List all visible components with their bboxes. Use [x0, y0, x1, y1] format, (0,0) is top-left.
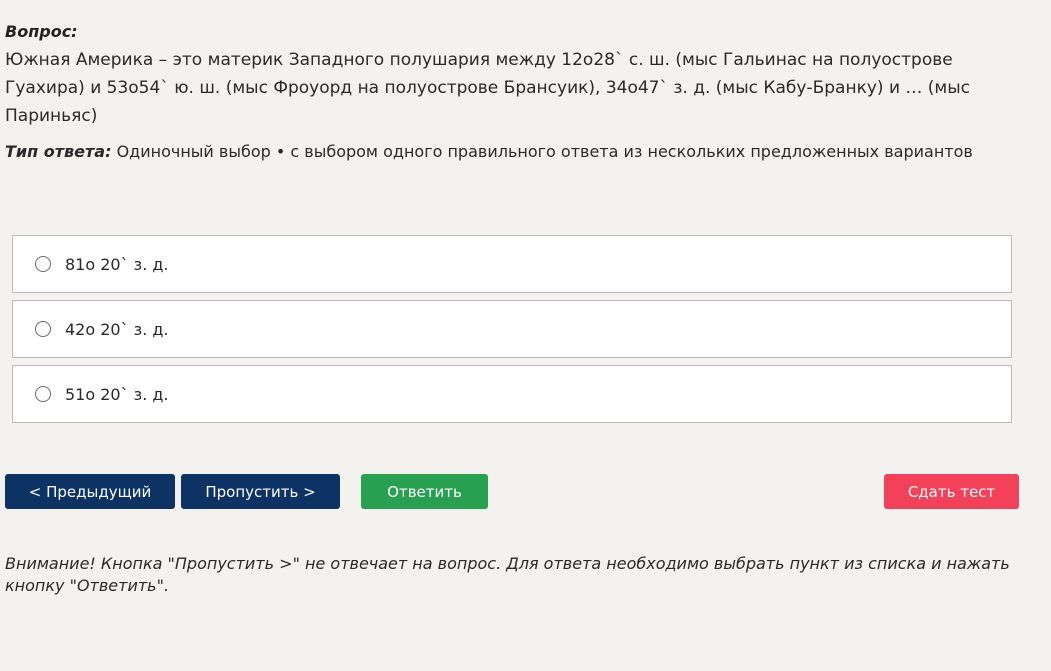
previous-button[interactable]: < Предыдущий — [5, 474, 175, 509]
answer-option-label: 81о 20` з. д. — [65, 254, 169, 274]
answer-option-3[interactable]: 51о 20` з. д. — [12, 365, 1012, 423]
radio-button-icon[interactable] — [35, 256, 51, 272]
question-text: Южная Америка – это материк Западного по… — [5, 50, 971, 126]
answer-button[interactable]: Ответить — [361, 474, 488, 509]
answer-type-value: Одиночный выбор • с выбором одного прави… — [116, 142, 973, 161]
answer-option-label: 51о 20` з. д. — [65, 384, 169, 404]
answer-option-2[interactable]: 42о 20` з. д. — [12, 300, 1012, 358]
finish-test-button[interactable]: Сдать тест — [884, 474, 1019, 509]
answer-type-label: Тип ответа: — [5, 142, 112, 161]
answer-type: Тип ответа: Одиночный выбор • с выбором … — [5, 141, 973, 163]
answer-option-label: 42о 20` з. д. — [65, 319, 169, 339]
skip-button[interactable]: Пропустить > — [181, 474, 340, 509]
question-block: Вопрос: Южная Америка – это материк Запа… — [5, 22, 1025, 130]
radio-button-icon[interactable] — [35, 386, 51, 402]
radio-button-icon[interactable] — [35, 321, 51, 337]
answer-option-1[interactable]: 81о 20` з. д. — [12, 235, 1012, 293]
answer-options: 81о 20` з. д. 42о 20` з. д. 51о 20` з. д… — [12, 235, 1012, 430]
question-heading: Вопрос: — [5, 22, 78, 41]
warning-note: Внимание! Кнопка "Пропустить >" не отвеч… — [5, 554, 1010, 595]
